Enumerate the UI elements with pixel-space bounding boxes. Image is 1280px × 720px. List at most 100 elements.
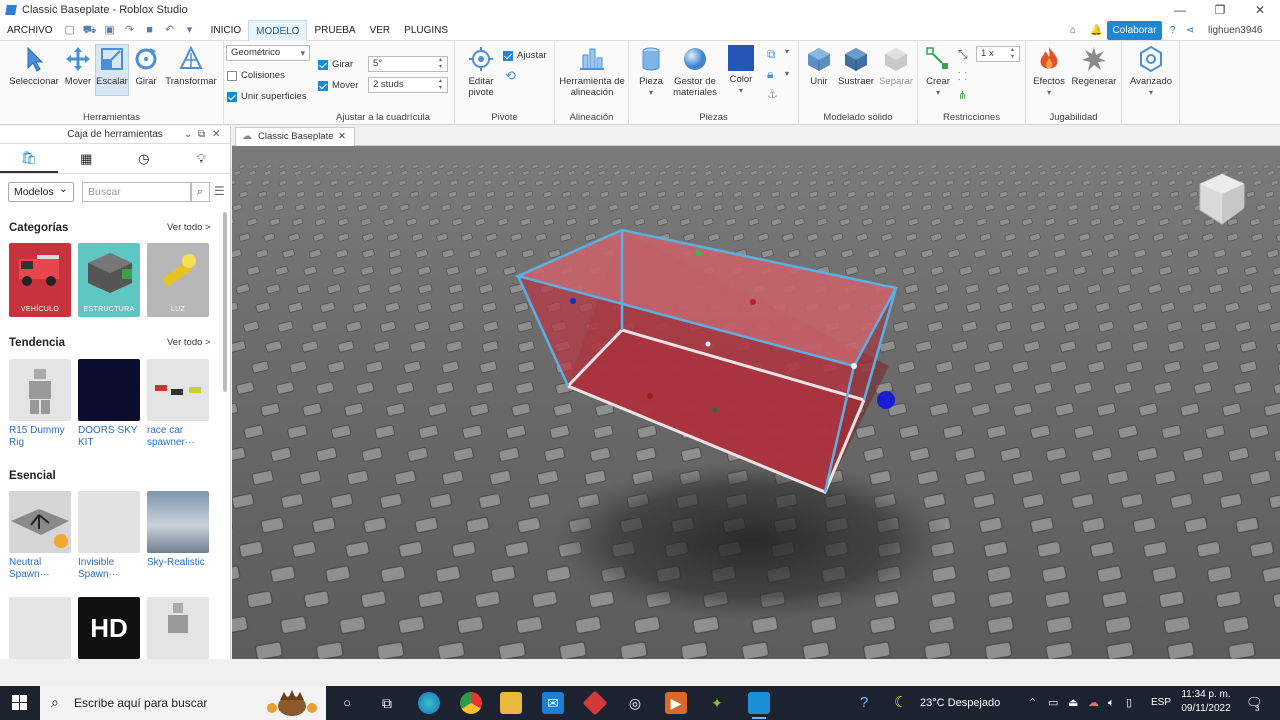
collaborate-button[interactable]: Colaborar (1107, 21, 1162, 40)
trending-item-doors-label[interactable]: DOORS SKY KIT (78, 425, 144, 449)
panel-dropdown-icon[interactable]: ⌄ (184, 126, 192, 144)
close-button[interactable]: ✕ (1240, 0, 1280, 20)
task-view-cortana-icon[interactable]: ○ (336, 692, 358, 714)
tray-chevron-icon[interactable]: ⌃ (1028, 686, 1037, 720)
scale-handle-blue[interactable] (877, 391, 895, 409)
panel-undock-icon[interactable]: ⧉ (198, 126, 205, 144)
category-light-tile[interactable]: LUZ (147, 243, 209, 317)
edge-browser-icon[interactable] (418, 692, 440, 714)
part-dropdown-icon[interactable]: ▾ (633, 87, 669, 98)
anchor-icon[interactable]: ⚓︎ (767, 87, 778, 101)
material-manager-button[interactable]: Gestor de materiales (669, 45, 721, 98)
minimize-button[interactable]: — (1160, 0, 1200, 20)
file-explorer-icon[interactable] (500, 692, 522, 714)
file-menu[interactable]: ARCHIVO (0, 20, 60, 41)
pivot-point[interactable] (705, 341, 711, 347)
tab-prueba[interactable]: PRUEBA (307, 20, 362, 41)
group-dropdown-icon[interactable]: ▾ (785, 47, 789, 56)
tab-ver[interactable]: VER (363, 20, 398, 41)
trending-item-r15-label[interactable]: R15 Dummy Rig (9, 425, 75, 449)
part-button[interactable]: Pieza ▾ (633, 45, 669, 98)
tray-usb-icon[interactable]: ⏏ (1068, 686, 1078, 720)
undo-icon[interactable]: ↶ (163, 23, 177, 37)
filter-settings-icon[interactable]: ☰ (214, 184, 226, 200)
tray-volume-icon[interactable]: 🔈︎ (1108, 686, 1115, 720)
snap-rotate-checkbox[interactable]: Girar (318, 59, 353, 70)
trending-item-racecar-thumb[interactable] (147, 359, 209, 421)
trending-item-doors-thumb[interactable] (78, 359, 140, 421)
color-button[interactable]: Color ▾ (723, 45, 759, 96)
rotate-increment-input[interactable]: 5° (368, 56, 448, 72)
model-item-dummy-thumb[interactable] (147, 597, 209, 659)
close-tab-icon[interactable]: ✕ (338, 128, 346, 146)
tab-recent[interactable]: ◷ (115, 144, 173, 173)
tray-battery-icon[interactable]: ▯ (1126, 686, 1132, 720)
new-file-icon[interactable]: ▢ (63, 23, 77, 37)
transform-tool-button[interactable]: Transformar (162, 45, 220, 87)
maximize-button[interactable]: ❐ (1200, 0, 1240, 20)
app-green-icon[interactable]: ✦ (706, 692, 728, 714)
corner-handle[interactable] (851, 363, 857, 369)
tray-network-icon[interactable]: ☁ (1088, 686, 1099, 720)
move-tool-button[interactable]: Mover (62, 45, 94, 87)
save-icon[interactable]: ▣ (103, 23, 117, 37)
scale-handle-red-back[interactable] (647, 393, 653, 399)
essential-item-invisible-thumb[interactable] (78, 491, 140, 553)
essential-item-sky-label[interactable]: Sky-Realistic (147, 557, 213, 569)
stop-icon[interactable]: ■ (143, 23, 157, 37)
redo-icon[interactable]: ↷ (123, 23, 137, 37)
model-item-hd-thumb[interactable]: HD (78, 597, 140, 659)
move-increment-input[interactable]: 2 studs (368, 77, 448, 93)
collapse-ribbon-icon[interactable]: ⌂ (1070, 20, 1076, 41)
group-icon[interactable]: ⧉ (767, 47, 776, 62)
pivot-reset-icon[interactable]: ⟲ (505, 68, 516, 84)
open-icon[interactable]: ⛟ (83, 23, 97, 37)
categories-see-all-link[interactable]: Ver todo > (167, 222, 211, 233)
scene-render[interactable] (232, 146, 1280, 659)
notifications-icon[interactable]: 🔔 (1090, 20, 1102, 41)
pivot-snap-checkbox[interactable]: Ajustar (503, 50, 547, 61)
mail-icon[interactable]: ✉ (542, 692, 564, 714)
lock-icon[interactable]: 🔒︎ (767, 67, 773, 82)
scale-tool-button[interactable]: Escalar (95, 44, 129, 96)
trending-item-racecar-label[interactable]: race car spawner··· (147, 425, 213, 449)
username-label[interactable]: lighuen3946 (1208, 20, 1263, 41)
union-button[interactable]: Unir (805, 45, 833, 87)
regenerate-button[interactable]: Regenerar (1070, 45, 1118, 87)
tray-monitor-icon[interactable]: ▭ (1048, 686, 1058, 720)
scale-handle-blue-small[interactable] (570, 298, 576, 304)
notification-center-icon[interactable]: 🗨︎ (1246, 686, 1263, 720)
document-tab[interactable]: ☁ Classic Baseplate ✕ (235, 127, 355, 146)
taskbar-clock[interactable]: 11:34 p. m. 09/11/2022 (1176, 688, 1236, 716)
essential-item-sky-thumb[interactable] (147, 491, 209, 553)
tab-inicio[interactable]: INICIO (204, 20, 249, 41)
essential-item-spawn-label[interactable]: Neutral Spawn··· (9, 557, 75, 581)
panel-close-icon[interactable]: ✕ (212, 126, 220, 144)
tab-inventory[interactable]: ▦ (58, 144, 116, 173)
tab-plugins[interactable]: PLUGINS (397, 20, 455, 41)
task-view-icon[interactable]: ⧉ (376, 692, 398, 714)
advanced-button[interactable]: Avanzado ▾ (1126, 45, 1176, 98)
search-icon[interactable]: ⌕ (190, 182, 210, 202)
help-icon[interactable]: ? (1170, 20, 1176, 41)
roblox-studio-taskbar-icon[interactable] (748, 692, 770, 719)
asset-type-select[interactable]: Modelos (8, 180, 74, 202)
snap-mode-dropdown[interactable]: Geométrico (226, 45, 310, 61)
advanced-dropdown-icon[interactable]: ▾ (1126, 87, 1176, 98)
red-app-icon[interactable] (582, 690, 608, 716)
chrome-icon[interactable] (460, 692, 482, 714)
essential-item-invisible-label[interactable]: Invisible Spawn··· (78, 557, 144, 581)
tab-creations[interactable]: 💡︎ (173, 144, 231, 173)
essential-item-spawn-thumb[interactable] (9, 491, 71, 553)
help-tray-icon[interactable]: ? (860, 686, 868, 720)
taskbar-search-box[interactable]: ⌕ Escribe aquí para buscar (40, 686, 326, 720)
snap-move-checkbox[interactable]: Mover (318, 80, 358, 91)
trending-item-r15-thumb[interactable] (9, 359, 71, 421)
select-tool-button[interactable]: Seleccionar (6, 45, 62, 87)
lock-dropdown-icon[interactable]: ▾ (785, 69, 789, 78)
quick-access-dropdown-icon[interactable]: ▾ (183, 23, 197, 37)
constraint-scale-input[interactable]: 1 x (976, 46, 1020, 62)
align-tool-button[interactable]: Herramienta de alineación (557, 45, 627, 98)
create-constraint-button[interactable]: Crear ▾ (922, 45, 954, 98)
create-dropdown-icon[interactable]: ▾ (922, 87, 954, 98)
